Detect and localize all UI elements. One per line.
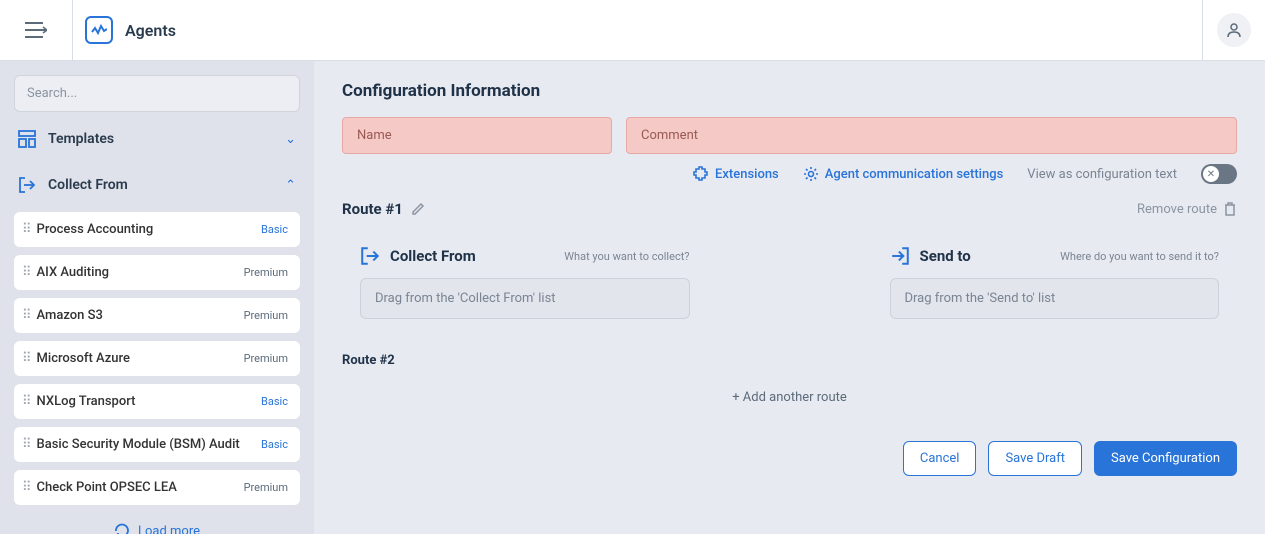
- list-item[interactable]: ⠿ Amazon S3 Premium: [14, 298, 300, 333]
- gear-icon: [803, 166, 819, 182]
- user-icon: [1226, 22, 1242, 38]
- extensions-label: Extensions: [715, 167, 779, 182]
- send-to-column: Send to Where do you want to send it to?…: [890, 246, 1220, 319]
- collect-from-dropzone[interactable]: Drag from the 'Collect From' list: [360, 278, 690, 319]
- chevron-up-icon: ⌃: [285, 178, 296, 193]
- view-as-text-label: View as configuration text: [1027, 167, 1177, 182]
- item-label: Process Accounting: [37, 222, 254, 237]
- profile-menu[interactable]: [1202, 0, 1265, 60]
- templates-label: Templates: [48, 131, 275, 147]
- page-title: Agents: [125, 21, 176, 40]
- tier-badge: Basic: [261, 395, 288, 408]
- item-label: Microsoft Azure: [37, 351, 236, 366]
- templates-icon: [18, 130, 38, 148]
- item-label: AIX Auditing: [37, 265, 236, 280]
- collect-from-title: Collect From: [390, 247, 476, 265]
- app-title-group: Agents: [73, 16, 1202, 44]
- send-to-dropzone[interactable]: Drag from the 'Send to' list: [890, 278, 1220, 319]
- send-to-icon: [890, 246, 910, 266]
- list-item[interactable]: ⠿ AIX Auditing Premium: [14, 255, 300, 290]
- route-2-title: Route #2: [342, 353, 1237, 368]
- agent-comm-label: Agent communication settings: [825, 167, 1004, 182]
- drag-handle-icon: ⠿: [22, 222, 29, 237]
- list-item[interactable]: ⠿ Microsoft Azure Premium: [14, 341, 300, 376]
- topbar: Agents: [0, 0, 1265, 61]
- tier-badge: Premium: [244, 352, 288, 365]
- drag-handle-icon: ⠿: [22, 265, 29, 280]
- tier-badge: Basic: [261, 223, 288, 236]
- comment-input[interactable]: Comment: [626, 117, 1237, 154]
- cancel-button[interactable]: Cancel: [903, 441, 977, 476]
- drag-handle-icon: ⠿: [22, 394, 29, 409]
- tier-badge: Premium: [244, 481, 288, 494]
- list-item[interactable]: ⠿ NXLog Transport Basic: [14, 384, 300, 419]
- chevron-down-icon: ⌄: [285, 132, 296, 147]
- view-as-text-toggle[interactable]: ✕: [1201, 164, 1237, 184]
- send-to-subtitle: Where do you want to send it to?: [1060, 250, 1219, 263]
- collect-from-column: Collect From What you want to collect? D…: [360, 246, 690, 319]
- load-more-button[interactable]: Load more: [14, 513, 300, 534]
- config-options-row: Extensions Agent communication settings …: [342, 164, 1237, 184]
- config-form-row: Name Comment: [342, 117, 1237, 154]
- sidebar-section-collect-from[interactable]: Collect From ⌃: [14, 166, 300, 204]
- remove-route-label: Remove route: [1137, 202, 1217, 217]
- edit-route-button[interactable]: [411, 202, 425, 216]
- route-1-panel: Collect From What you want to collect? D…: [342, 230, 1237, 335]
- agents-app-icon: [85, 16, 113, 44]
- item-label: NXLog Transport: [37, 394, 254, 409]
- collect-from-icon: [18, 176, 38, 194]
- drag-handle-icon: ⠿: [22, 480, 29, 495]
- collect-from-label: Collect From: [48, 177, 275, 193]
- tier-badge: Premium: [244, 309, 288, 322]
- toggle-knob: ✕: [1203, 166, 1219, 182]
- name-input[interactable]: Name: [342, 117, 612, 154]
- section-title: Configuration Information: [342, 81, 1237, 101]
- drag-handle-icon: ⠿: [22, 437, 29, 452]
- item-label: Basic Security Module (BSM) Audit: [37, 437, 254, 452]
- collect-from-icon: [360, 246, 380, 266]
- item-label: Check Point OPSEC LEA: [37, 480, 236, 495]
- puzzle-icon: [693, 166, 709, 182]
- send-to-header: Send to Where do you want to send it to?: [890, 246, 1220, 266]
- list-item[interactable]: ⠿ Check Point OPSEC LEA Premium: [14, 470, 300, 505]
- sidebar: Search... Templates ⌄ Collect From ⌃ ⠿ P…: [0, 61, 314, 534]
- route-1-header: Route #1 Remove route: [342, 200, 1237, 218]
- trash-icon: [1223, 202, 1237, 216]
- save-draft-button[interactable]: Save Draft: [988, 441, 1082, 476]
- send-to-title: Send to: [920, 247, 971, 265]
- tier-badge: Basic: [261, 438, 288, 451]
- item-label: Amazon S3: [37, 308, 236, 323]
- pencil-icon: [411, 202, 425, 216]
- collect-from-subtitle: What you want to collect?: [564, 250, 689, 263]
- refresh-icon: [114, 523, 130, 534]
- load-more-label: Load more: [138, 524, 200, 534]
- tier-badge: Premium: [244, 266, 288, 279]
- menu-icon: [25, 21, 47, 39]
- drag-handle-icon: ⠿: [22, 308, 29, 323]
- footer-buttons: Cancel Save Draft Save Configuration: [342, 441, 1237, 476]
- sidebar-section-templates[interactable]: Templates ⌄: [14, 120, 300, 158]
- extensions-link[interactable]: Extensions: [693, 166, 779, 182]
- add-route-button[interactable]: + Add another route: [342, 378, 1237, 417]
- avatar: [1217, 13, 1251, 47]
- list-item[interactable]: ⠿ Process Accounting Basic: [14, 212, 300, 247]
- main-content: Configuration Information Name Comment E…: [314, 61, 1265, 534]
- save-configuration-button[interactable]: Save Configuration: [1094, 441, 1237, 476]
- search-input[interactable]: Search...: [14, 75, 300, 112]
- drag-handle-icon: ⠿: [22, 351, 29, 366]
- list-item[interactable]: ⠿ Basic Security Module (BSM) Audit Basi…: [14, 427, 300, 462]
- menu-toggle[interactable]: [0, 0, 73, 60]
- agent-comm-link[interactable]: Agent communication settings: [803, 166, 1004, 182]
- collect-from-header: Collect From What you want to collect?: [360, 246, 690, 266]
- remove-route-button[interactable]: Remove route: [1137, 202, 1237, 217]
- route-1-title: Route #1: [342, 200, 403, 218]
